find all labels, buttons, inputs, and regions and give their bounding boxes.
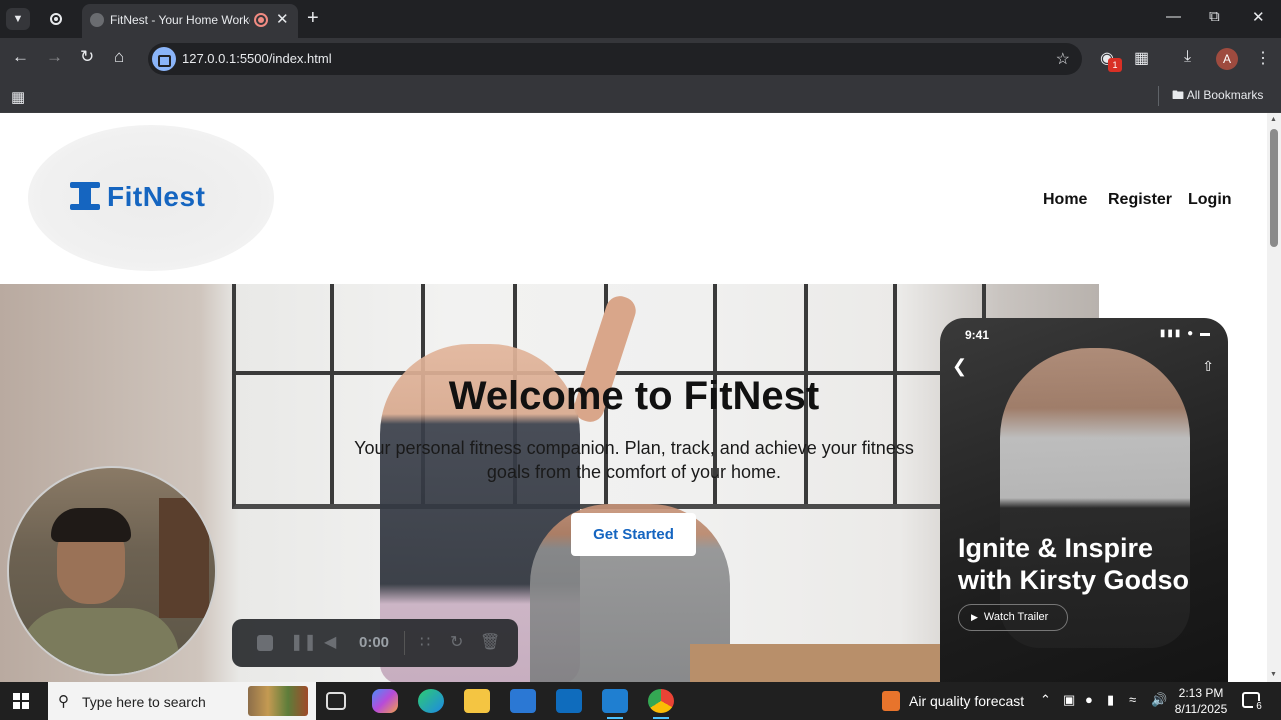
- search-icon: ⚲: [58, 693, 69, 710]
- restart-icon[interactable]: ↻: [450, 632, 463, 652]
- tab-title: FitNest - Your Home Workout: [110, 13, 250, 27]
- nav-home[interactable]: Home: [1043, 191, 1087, 209]
- webcam-background: [159, 498, 209, 618]
- kebab-menu-icon[interactable]: ⋮: [1255, 48, 1271, 68]
- chevron-left-icon[interactable]: ❮: [952, 356, 967, 377]
- wifi-icon[interactable]: ≈: [1129, 692, 1136, 707]
- apps-grid-icon[interactable]: ▦: [11, 88, 25, 106]
- phone-status-time: 9:41: [965, 328, 990, 342]
- recording-timer: 0:00: [359, 634, 390, 651]
- back-icon[interactable]: ←: [12, 47, 29, 67]
- windows-taskbar: ⚲ Type here to search Air quality foreca…: [0, 682, 1281, 720]
- stop-icon[interactable]: [257, 635, 273, 651]
- scroll-down-icon[interactable]: ▼: [1270, 671, 1277, 678]
- folder-icon: 🖿: [1172, 88, 1185, 102]
- system-clock[interactable]: 2:13 PM 8/11/2025: [1168, 685, 1234, 717]
- hero-title: Welcome to FitNest: [448, 374, 820, 418]
- recording-indicator-icon: [254, 13, 268, 27]
- reload-icon[interactable]: ↻: [80, 47, 94, 67]
- nav-login[interactable]: Login: [1188, 191, 1232, 209]
- clock-date: 8/11/2025: [1174, 702, 1228, 716]
- site-header: FitNest Home Register Login: [0, 113, 1267, 284]
- home-icon[interactable]: ⌂: [114, 47, 124, 67]
- active-app-indicator: [653, 717, 669, 719]
- close-tab-icon[interactable]: ✕: [276, 10, 289, 28]
- nav-register[interactable]: Register: [1108, 191, 1172, 209]
- chrome-icon[interactable]: [648, 689, 674, 713]
- active-app-indicator: [607, 717, 623, 719]
- recording-tab[interactable]: [46, 10, 66, 28]
- new-tab-icon[interactable]: +: [307, 7, 319, 30]
- watch-trailer-button[interactable]: ▶ Watch Trailer: [958, 604, 1068, 631]
- get-started-button[interactable]: Get Started: [571, 513, 696, 556]
- hero-subtitle: Your personal fitness companion. Plan, t…: [354, 438, 914, 482]
- search-placeholder: Type here to search: [82, 694, 206, 710]
- site-logo[interactable]: FitNest: [107, 181, 205, 213]
- meet-icon[interactable]: ▣: [1063, 692, 1075, 708]
- battery-icon[interactable]: ▮: [1107, 692, 1114, 708]
- restore-icon[interactable]: ⧉: [1209, 8, 1220, 25]
- browser-toolbar: ← → ↻ ⌂ 127.0.0.1:5500/index.html ☆ ◉ 1 …: [0, 38, 1281, 80]
- divider: [1158, 86, 1159, 106]
- page-scrollbar[interactable]: ▲ ▼: [1267, 113, 1281, 682]
- extension-badge: 1: [1108, 58, 1122, 72]
- promo-phone-card: 9:41 ▮▮▮ ● ▬ ❮ ⇧ Ignite & Inspire with K…: [940, 318, 1228, 682]
- site-info-icon[interactable]: [152, 47, 176, 71]
- promo-athlete-photo: [1000, 348, 1190, 648]
- share-icon[interactable]: ⇧: [1202, 358, 1214, 375]
- hero-photo-bench: [690, 644, 950, 682]
- task-view-icon[interactable]: [326, 692, 346, 710]
- bookmarks-bar: ▦ 🖿 All Bookmarks: [0, 80, 1281, 113]
- microsoft-store-icon[interactable]: [510, 689, 536, 713]
- copilot-icon[interactable]: [372, 689, 398, 713]
- mute-icon[interactable]: ◀: [324, 632, 336, 652]
- forward-icon[interactable]: →: [46, 47, 63, 67]
- star-icon[interactable]: ☆: [1056, 49, 1070, 69]
- grid-icon[interactable]: ∷: [420, 632, 430, 652]
- browser-tab-strip: ▼ FitNest - Your Home Workout ✕ + — ⧉ ✕: [0, 0, 1281, 38]
- record-icon: [50, 13, 62, 25]
- address-bar[interactable]: 127.0.0.1:5500/index.html ☆: [148, 43, 1082, 75]
- pause-icon[interactable]: ❚❚: [290, 632, 317, 652]
- volume-icon[interactable]: 🔊: [1151, 692, 1167, 708]
- chevron-down-icon[interactable]: ▼: [6, 8, 30, 30]
- webcam-hair: [51, 508, 131, 542]
- puzzle-icon[interactable]: ▦: [1134, 48, 1149, 68]
- scroll-up-icon[interactable]: ▲: [1270, 116, 1277, 123]
- all-bookmarks-button[interactable]: 🖿 All Bookmarks: [1172, 86, 1263, 107]
- search-highlight-image[interactable]: [248, 686, 308, 716]
- signal-battery-icon: ▮▮▮ ● ▬: [1159, 328, 1212, 339]
- play-icon: ▶: [971, 612, 978, 622]
- delete-icon[interactable]: 🗑: [480, 632, 500, 652]
- webcam-overlay: [7, 466, 217, 676]
- outlook-icon[interactable]: [556, 689, 582, 713]
- weather-widget-text[interactable]: Air quality forecast: [909, 693, 1024, 709]
- dumbbell-logo-icon: [70, 182, 100, 210]
- scroll-thumb[interactable]: [1270, 129, 1278, 247]
- air-quality-icon[interactable]: [882, 691, 900, 711]
- minimize-icon[interactable]: —: [1166, 8, 1181, 25]
- download-icon[interactable]: ⤓: [1184, 48, 1191, 66]
- watch-trailer-label: Watch Trailer: [983, 611, 1049, 623]
- edge-icon[interactable]: [418, 689, 444, 713]
- screen-recorder-bar: ❚❚ ◀ 0:00 ∷ ↻ 🗑: [232, 619, 518, 667]
- microphone-icon[interactable]: ●: [1085, 692, 1093, 707]
- close-window-icon[interactable]: ✕: [1252, 8, 1265, 26]
- all-bookmarks-label: All Bookmarks: [1186, 88, 1264, 102]
- file-explorer-icon[interactable]: [464, 689, 490, 713]
- webcam-shirt: [19, 608, 179, 674]
- promo-headline: Ignite & Inspire with Kirsty Godso: [958, 533, 1190, 595]
- clock-time: 2:13 PM: [1178, 686, 1224, 700]
- url-text: 127.0.0.1:5500/index.html: [182, 51, 332, 66]
- profile-avatar[interactable]: A: [1216, 48, 1238, 70]
- chevron-up-icon[interactable]: ⌃: [1040, 692, 1051, 708]
- active-tab[interactable]: FitNest - Your Home Workout ✕: [82, 4, 298, 38]
- windows-start-icon[interactable]: [13, 693, 29, 709]
- vscode-icon[interactable]: [602, 689, 628, 713]
- divider: [404, 631, 405, 655]
- globe-icon: [90, 13, 104, 27]
- notification-count: 6: [1253, 701, 1265, 713]
